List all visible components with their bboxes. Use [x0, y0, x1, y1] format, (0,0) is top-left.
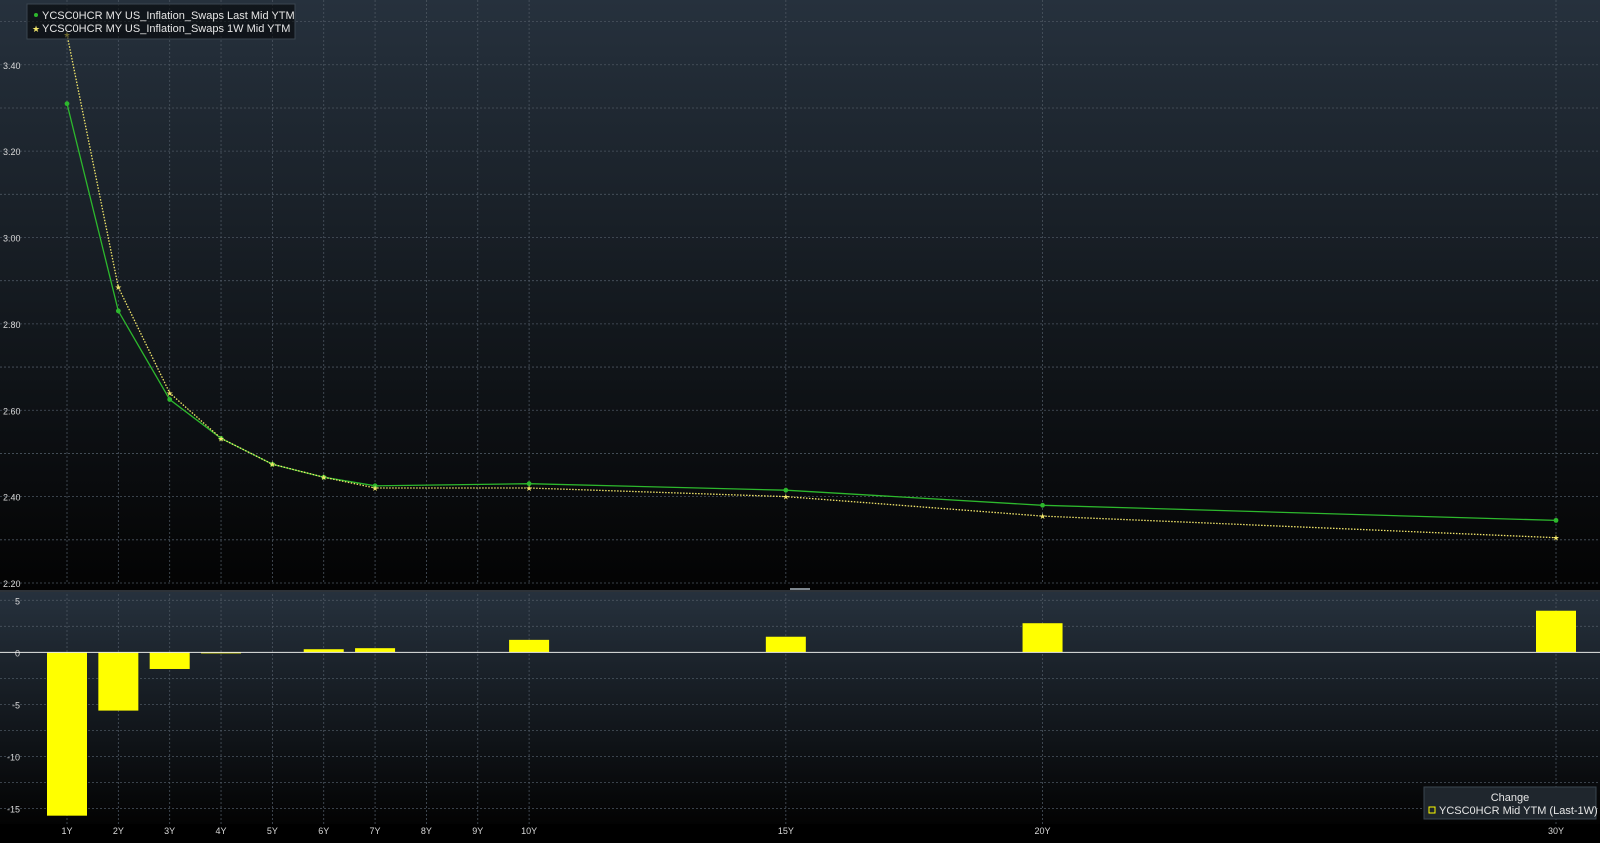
- x-tick-label: 5Y: [267, 826, 278, 836]
- x-tick-label: 1Y: [61, 826, 72, 836]
- series-2-point: ★: [166, 389, 173, 398]
- legend-dot-icon: [34, 13, 38, 17]
- x-axis-band: [0, 824, 1600, 838]
- top-y-tick-label: 2.80: [3, 320, 21, 330]
- bottom-y-tick-label: 5: [15, 596, 20, 606]
- x-tick-label: 8Y: [421, 826, 432, 836]
- series-1-point: [64, 101, 70, 107]
- bottom-y-tick-label: -10: [7, 752, 20, 762]
- bottom-legend: Change YCSC0HCR Mid YTM (Last-1W): [1423, 786, 1598, 820]
- change-bar: [355, 648, 396, 653]
- x-tick-label: 20Y: [1035, 826, 1051, 836]
- series-2-point: ★: [1552, 534, 1559, 543]
- x-tick-label: 9Y: [472, 826, 483, 836]
- series-1-point: [1040, 502, 1045, 508]
- top-y-tick-label: 2.20: [3, 579, 21, 589]
- legend-star-icon: ★: [32, 24, 40, 34]
- bottom-legend-title: Change: [1491, 792, 1530, 804]
- top-y-tick-label: 2.60: [3, 406, 21, 416]
- change-bar: [47, 652, 87, 816]
- yield-curve-chart: 3.40 3.20 3.00 2.80 2.60 2.40 2.20 5 0 -5 -10 -15 …: [0, 0, 1600, 838]
- x-tick-label: 10Y: [521, 826, 537, 836]
- bottom-y-tick-label: 0: [15, 648, 20, 658]
- series-2-point: ★: [115, 283, 122, 292]
- legend-series-2-label: YCSC0HCR MY US_Inflation_Swaps 1W Mid YT…: [42, 23, 290, 35]
- bottom-legend-label: YCSC0HCR Mid YTM (Last-1W): [1439, 805, 1598, 817]
- legend-series-1-label: YCSC0HCR MY US_Inflation_Swaps Last Mid …: [42, 10, 295, 22]
- series-2-point: ★: [782, 493, 789, 502]
- bottom-panel-background: [0, 592, 1600, 824]
- change-bar: [509, 639, 550, 653]
- x-tick-label: 3Y: [164, 826, 175, 836]
- x-tick-label: 4Y: [216, 826, 227, 836]
- top-y-tick-label: 2.40: [3, 493, 21, 503]
- x-tick-label: 7Y: [370, 826, 381, 836]
- bottom-y-tick-label: -5: [12, 700, 20, 710]
- top-y-tick-label: 3.20: [3, 147, 21, 157]
- top-y-tick-label: 3.00: [3, 234, 21, 244]
- chart-canvas: 3.403.203.002.802.602.402.20 50-5-10-15 …: [0, 0, 1600, 838]
- top-legend: YCSC0HCR MY US_Inflation_Swaps Last Mid …: [26, 3, 296, 40]
- series-2-point: ★: [217, 434, 224, 443]
- series-1-point: [115, 308, 121, 314]
- top-panel-background: [0, 0, 1600, 590]
- change-bar: [1536, 610, 1576, 653]
- change-bar: [765, 636, 806, 653]
- bottom-y-tick-label: -15: [7, 804, 20, 814]
- change-bar: [149, 652, 190, 669]
- series-2-point: ★: [320, 473, 327, 482]
- change-bar: [98, 652, 139, 711]
- x-tick-label: 6Y: [318, 826, 329, 836]
- series-1-point: [1553, 517, 1559, 523]
- series-2-point: ★: [526, 484, 533, 493]
- top-y-tick-label: 3.40: [3, 61, 21, 71]
- x-tick-label: 2Y: [113, 826, 124, 836]
- series-2-point: ★: [269, 460, 276, 469]
- x-tick-label: 15Y: [778, 826, 794, 836]
- series-2-point: ★: [1039, 512, 1046, 521]
- change-bar: [1022, 623, 1063, 653]
- x-tick-label: 30Y: [1548, 826, 1564, 836]
- series-2-point: ★: [371, 484, 378, 493]
